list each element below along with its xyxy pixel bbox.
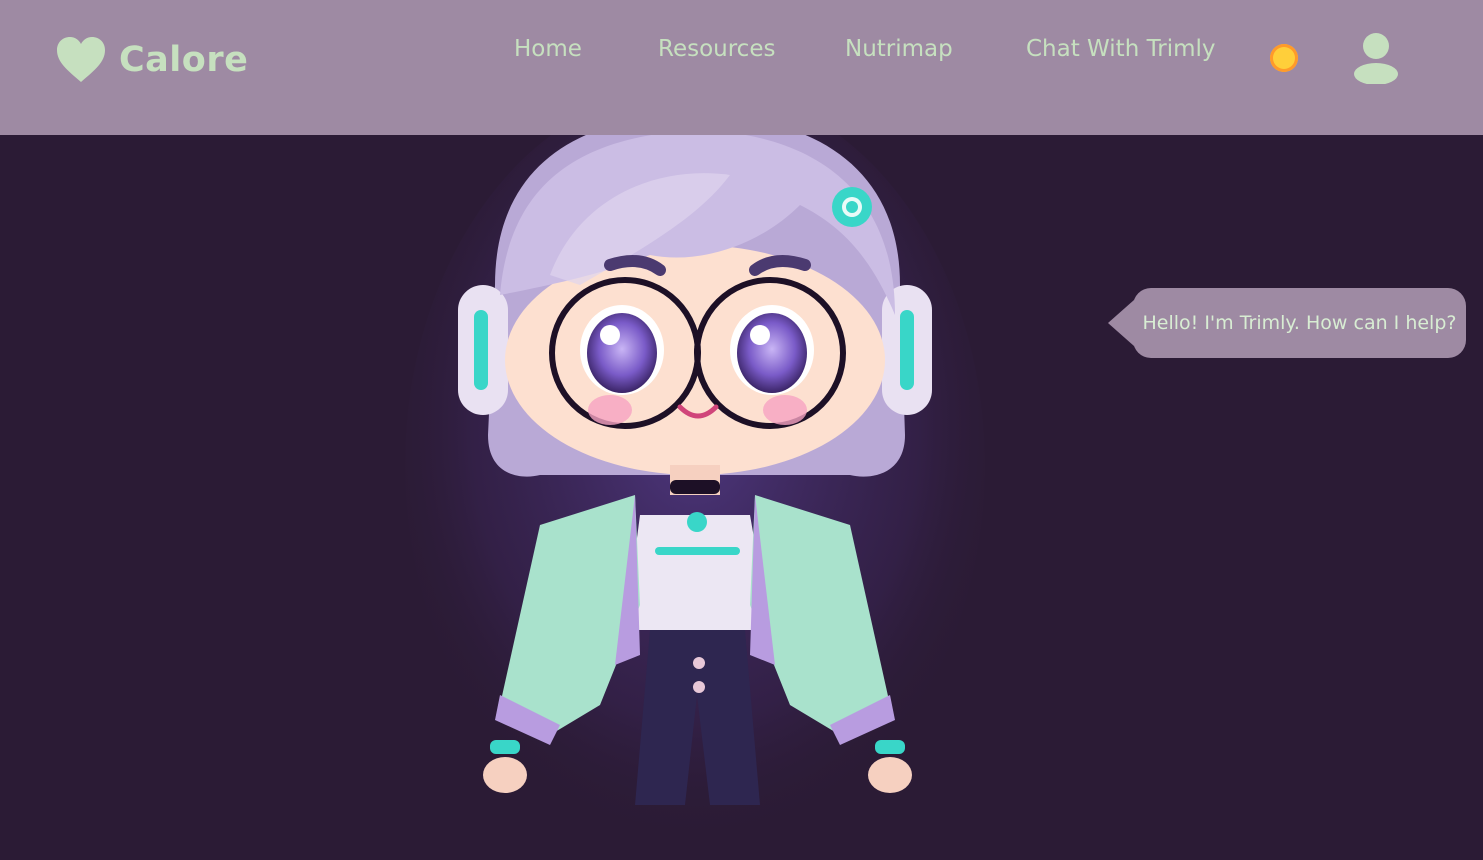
trimly-avatar [405,135,985,845]
top-navbar: Calore Home Resources Nutrimap Chat With… [0,0,1483,135]
nav-link-chat-with-trimly[interactable]: Chat With Trimly [1026,36,1216,62]
sun-icon[interactable] [1270,44,1298,72]
brand-logo[interactable]: Calore [55,36,248,84]
user-icon[interactable] [1352,32,1400,84]
chat-stage: Hello! I'm Trimly. How can I help? [0,135,1483,860]
chat-bubble: Hello! I'm Trimly. How can I help? [1133,288,1466,358]
nav-link-resources[interactable]: Resources [658,36,775,62]
chat-bubble-text: Hello! I'm Trimly. How can I help? [1142,312,1457,334]
nav-link-home[interactable]: Home [514,36,582,62]
nav-link-nutrimap[interactable]: Nutrimap [845,36,953,62]
chat-bubble-tail [1108,300,1134,346]
heart-icon [57,37,105,82]
brand-name: Calore [119,40,249,80]
